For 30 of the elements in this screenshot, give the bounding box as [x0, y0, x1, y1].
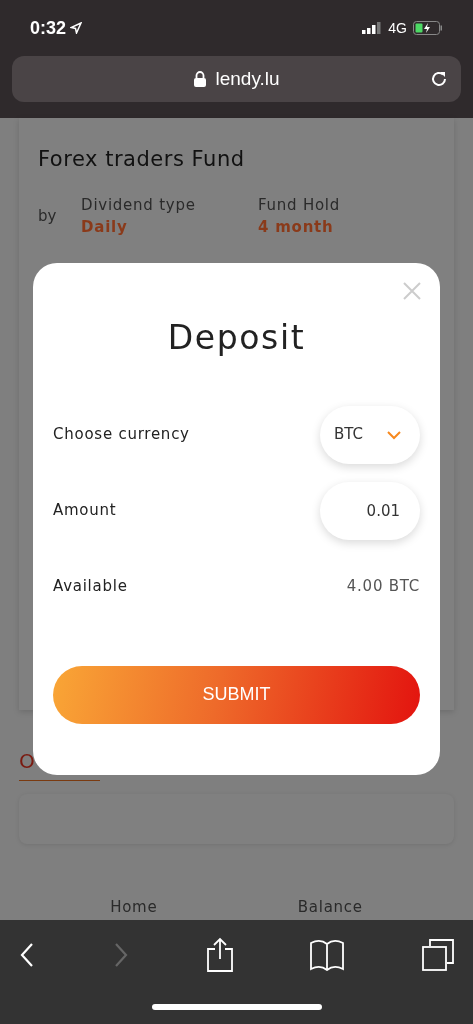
available-value: 4.00 BTC: [346, 576, 420, 598]
field-label: Choose currency: [53, 424, 190, 446]
nav-label[interactable]: Home: [110, 895, 158, 918]
tabs-icon[interactable]: [421, 938, 455, 972]
address-bar[interactable]: lendy.lu: [12, 56, 461, 102]
lock-icon: [193, 71, 208, 87]
by-label: by: [38, 205, 58, 227]
currency-select[interactable]: BTC: [320, 405, 420, 464]
reload-icon[interactable]: [429, 69, 449, 89]
url-text: lendy.lu: [215, 66, 280, 91]
stat-value: Daily: [81, 217, 129, 238]
battery-charging-icon: [413, 21, 443, 35]
amount-field[interactable]: 0.01: [320, 481, 420, 540]
chevron-down-icon: [386, 429, 402, 440]
location-arrow-icon: [70, 22, 83, 34]
back-icon[interactable]: [18, 942, 36, 968]
modal-title: Deposit: [166, 317, 307, 359]
book-icon[interactable]: [309, 939, 346, 971]
fund-title: Forex traders Fund: [38, 146, 246, 173]
field-label: Available: [53, 576, 128, 598]
close-icon: [402, 281, 422, 301]
nav-label[interactable]: Balance: [297, 895, 363, 918]
status-time: 0:32: [30, 16, 67, 40]
stat-value: 4 month: [258, 217, 335, 238]
share-icon[interactable]: [205, 937, 234, 973]
signal-icon: [362, 22, 383, 34]
stat-label: Fund Hold: [258, 194, 342, 216]
network-type: 4G: [388, 18, 407, 38]
field-label: Amount: [53, 500, 117, 522]
stat-label: Dividend type: [81, 194, 197, 216]
